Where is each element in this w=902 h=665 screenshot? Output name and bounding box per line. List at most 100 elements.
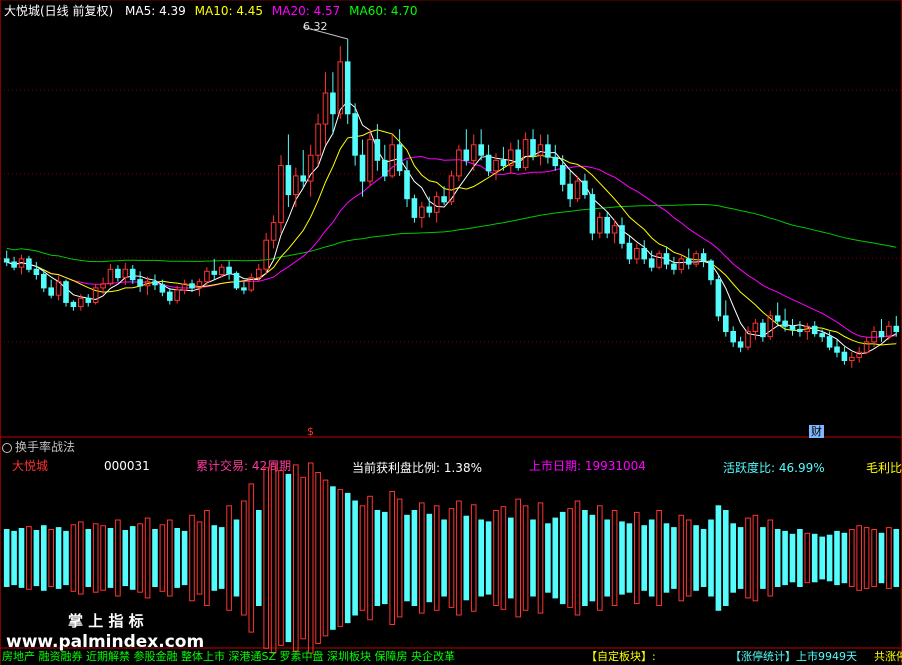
turnover-bar xyxy=(181,530,188,586)
custom-block-label[interactable]: 【自定板块】: xyxy=(586,651,656,662)
candle xyxy=(233,271,240,290)
turnover-bar xyxy=(552,517,559,599)
candle xyxy=(537,134,544,166)
listing-date: 上市日期: 19931004 xyxy=(529,459,646,473)
candle xyxy=(515,139,522,171)
candle-body xyxy=(374,139,381,161)
candle-body xyxy=(663,253,670,265)
ma60-label: MA60: 4.70 xyxy=(349,4,418,18)
candle xyxy=(811,321,818,337)
sector-tags[interactable]: 房地产 融资融券 近期解禁 参股金融 整体上市 深港通SZ 罗素中盘 深圳板块 … xyxy=(2,651,455,662)
candle xyxy=(715,274,722,322)
turnover-bar xyxy=(737,527,744,589)
turnover-bar xyxy=(196,521,203,595)
chart-canvas xyxy=(0,0,902,665)
candle xyxy=(174,285,180,304)
turnover-bar xyxy=(241,500,247,616)
candle-body xyxy=(737,341,744,348)
turnover-bar xyxy=(389,491,395,625)
turnover-bar xyxy=(648,519,655,597)
candle xyxy=(352,103,358,166)
candle xyxy=(508,142,514,174)
ma10-line xyxy=(6,129,897,346)
turnover-bar xyxy=(878,532,885,584)
candle-body xyxy=(708,260,714,281)
turnover-bar xyxy=(700,529,707,587)
candle-body xyxy=(841,351,848,362)
candle-body xyxy=(500,159,507,167)
watermark-url: www.palmindex.com xyxy=(6,632,205,652)
candle xyxy=(893,315,900,337)
turnover-bar xyxy=(419,502,425,614)
candle-body xyxy=(63,281,69,303)
candle-body xyxy=(782,320,788,327)
turnover-bar xyxy=(204,510,210,606)
candle xyxy=(330,72,336,135)
candle-body xyxy=(656,253,662,268)
candle xyxy=(241,281,247,295)
turnover-bar xyxy=(545,523,551,593)
candle xyxy=(804,323,811,340)
turnover-bar xyxy=(826,534,833,582)
candle xyxy=(322,72,329,145)
indicator-title[interactable]: 换手率战法 xyxy=(2,441,75,453)
candle xyxy=(367,129,373,187)
candle-body xyxy=(723,315,729,332)
candle xyxy=(167,287,173,305)
candle-body xyxy=(241,287,247,291)
candle xyxy=(708,258,714,285)
turnover-bar xyxy=(78,521,84,595)
ma5-line xyxy=(6,100,897,355)
candle-body xyxy=(263,239,269,270)
candle xyxy=(849,352,855,368)
turnover-bar xyxy=(811,533,818,583)
turnover-bar xyxy=(41,525,47,591)
turnover-bar xyxy=(107,528,114,588)
watermark-brand: 掌 上 指 标 xyxy=(68,612,144,630)
candle-body xyxy=(226,266,232,274)
candle xyxy=(389,134,395,178)
candle-body xyxy=(700,253,707,262)
candle xyxy=(70,300,77,311)
candle xyxy=(211,258,218,280)
candle-body xyxy=(26,258,32,270)
finance-marker-cai[interactable]: 财 xyxy=(809,425,824,438)
candle-body xyxy=(137,279,143,287)
limit-up-stats[interactable]: 【涨停统计】上市9949天 xyxy=(730,651,857,662)
candle xyxy=(204,267,210,285)
turnover-bar xyxy=(708,519,714,597)
turnover-bar xyxy=(745,517,751,599)
profit-ratio: 当前获利盘比例: 1.38% xyxy=(352,461,482,475)
candle-body xyxy=(589,194,596,234)
candle xyxy=(159,279,166,297)
turnover-bar xyxy=(819,536,826,580)
candle xyxy=(478,129,484,161)
turnover-bar xyxy=(137,523,143,593)
turnover-bar xyxy=(767,519,774,597)
candle xyxy=(152,274,158,290)
limit-up-total: 共涨停 xyxy=(874,650,902,663)
turnover-bar xyxy=(352,500,358,616)
event-marker-s[interactable]: $ xyxy=(307,426,314,437)
turnover-bar xyxy=(782,530,788,586)
candle-body xyxy=(693,253,699,265)
candle-body xyxy=(671,263,677,270)
turnover-bar xyxy=(18,528,25,588)
candle xyxy=(433,191,440,223)
candle xyxy=(641,240,648,265)
candle-body xyxy=(752,322,759,333)
turnover-bar xyxy=(322,479,329,637)
turnover-bar xyxy=(433,505,440,611)
turnover-bar xyxy=(448,508,455,608)
candle xyxy=(693,250,699,268)
candle xyxy=(663,246,670,270)
turnover-bar xyxy=(344,492,351,624)
turnover-bar xyxy=(537,502,544,614)
candle xyxy=(582,173,588,199)
turnover-bar xyxy=(760,527,766,589)
candle-body xyxy=(552,156,559,167)
candle xyxy=(85,294,92,307)
candle-body xyxy=(760,322,766,338)
candle xyxy=(300,150,306,189)
turnover-bar xyxy=(456,500,462,616)
